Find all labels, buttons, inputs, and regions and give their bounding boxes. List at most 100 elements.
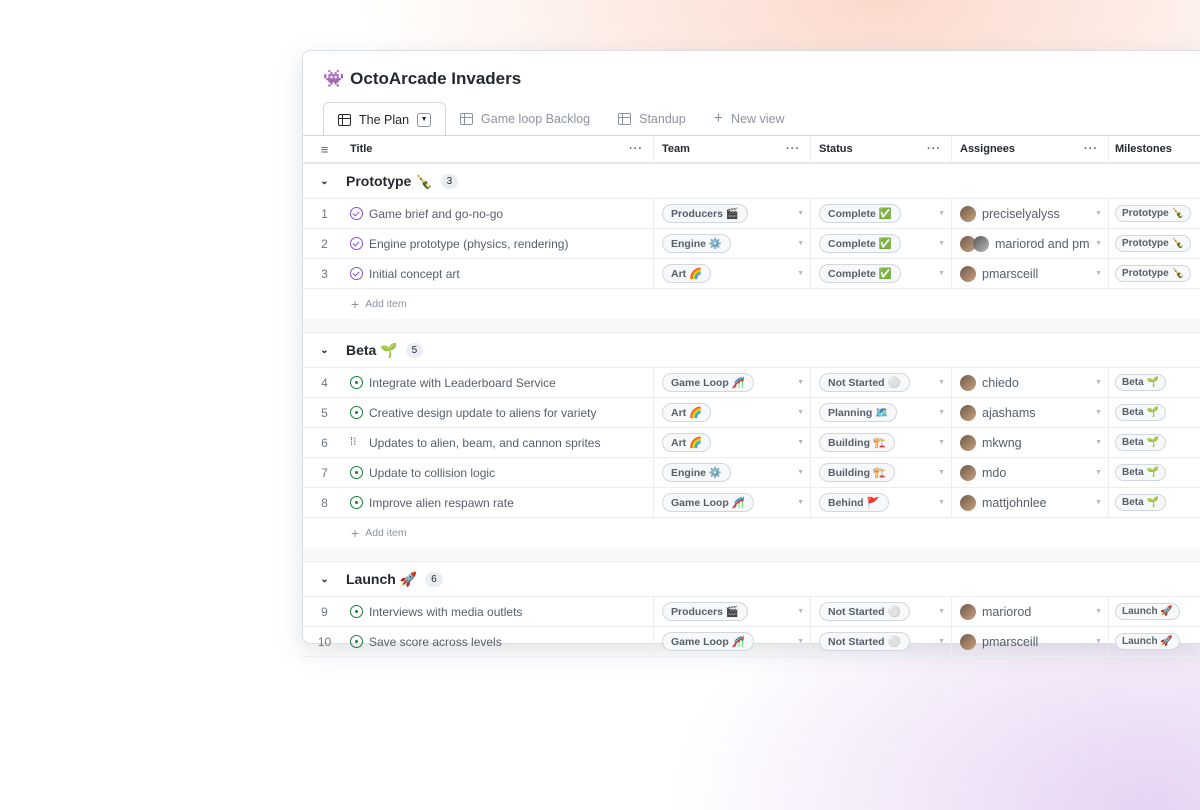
status-cell[interactable]: Complete ✅ ▼ [811,199,952,228]
milestone-cell[interactable]: Launch 🚀 [1109,627,1199,656]
status-cell[interactable]: Planning 🗺️ ▼ [811,398,952,427]
team-cell[interactable]: Art 🌈 ▼ [654,259,811,288]
column-header-team[interactable]: Team ··· [654,136,811,162]
column-header-title[interactable]: Title ··· [346,136,654,162]
caret-down-icon[interactable]: ▼ [1095,210,1102,217]
add-item-button[interactable]: + Add item [303,289,1200,319]
caret-down-icon[interactable]: ▼ [797,499,804,506]
table-row[interactable]: 3 Initial concept art Art 🌈 ▼ Complete ✅ ▼… [303,259,1200,289]
milestone-cell[interactable]: Beta 🌱 [1109,368,1199,397]
item-title[interactable]: Initial concept art [369,267,460,281]
item-title[interactable]: Improve alien respawn rate [369,496,514,510]
caret-down-icon[interactable]: ▼ [1095,638,1102,645]
assignees-cell[interactable]: mattjohnlee ▼ [952,488,1109,517]
milestone-cell[interactable]: Prototype 🍾 [1109,199,1199,228]
filter-icon[interactable]: ≡ [303,136,346,162]
caret-down-icon[interactable]: ▼ [938,638,945,645]
column-header-status[interactable]: Status ··· [811,136,952,162]
title-cell[interactable]: Save score across levels [346,627,654,656]
item-title[interactable]: Update to collision logic [369,466,495,480]
title-cell[interactable]: Update to collision logic [346,458,654,487]
caret-down-icon[interactable]: ▼ [797,638,804,645]
milestone-cell[interactable]: Beta 🌱 [1109,428,1199,457]
caret-down-icon[interactable]: ▼ [797,439,804,446]
caret-down-icon[interactable]: ▼ [797,469,804,476]
title-cell[interactable]: Improve alien respawn rate [346,488,654,517]
title-cell[interactable]: ⁞⁝ Updates to alien, beam, and cannon spr… [346,428,654,457]
milestone-cell[interactable]: Beta 🌱 [1109,458,1199,487]
caret-down-icon[interactable]: ▼ [797,379,804,386]
item-title[interactable]: Engine prototype (physics, rendering) [369,237,568,251]
assignees-cell[interactable]: mkwng ▼ [952,428,1109,457]
caret-down-icon[interactable]: ▼ [1095,270,1102,277]
new-view-button[interactable]: + New view [700,102,799,135]
item-title[interactable]: Game brief and go-no-go [369,207,503,221]
item-title[interactable]: Creative design update to aliens for var… [369,406,596,420]
item-title[interactable]: Integrate with Leaderboard Service [369,376,556,390]
table-row[interactable]: 4 Integrate with Leaderboard Service Gam… [303,368,1200,398]
more-icon[interactable]: ··· [927,143,941,155]
caret-down-icon[interactable]: ▼ [938,469,945,476]
caret-down-icon[interactable]: ▼ [1095,379,1102,386]
assignees-cell[interactable]: mdo ▼ [952,458,1109,487]
assignees-cell[interactable]: pmarsceill ▼ [952,259,1109,288]
group-header[interactable]: ⌄ Prototype 🍾 3 [303,164,1200,199]
status-cell[interactable]: Complete ✅ ▼ [811,259,952,288]
tab-game-loop-backlog[interactable]: Game loop Backlog [446,102,604,135]
tab-the-plan[interactable]: The Plan ▼ [323,102,447,136]
title-cell[interactable]: Creative design update to aliens for var… [346,398,654,427]
status-cell[interactable]: Behind 🚩 ▼ [811,488,952,517]
team-cell[interactable]: Producers 🎬 ▼ [654,597,811,626]
milestone-cell[interactable]: Beta 🌱 [1109,398,1199,427]
team-cell[interactable]: Game Loop 🎢 ▼ [654,488,811,517]
team-cell[interactable]: Producers 🎬 ▼ [654,199,811,228]
team-cell[interactable]: Engine ⚙️ ▼ [654,458,811,487]
caret-down-icon[interactable]: ▼ [1095,608,1102,615]
table-row[interactable]: 9 Interviews with media outlets Producer… [303,597,1200,627]
column-header-milestones[interactable]: Milestones [1109,136,1199,162]
assignees-cell[interactable]: preciselyalyss ▼ [952,199,1109,228]
milestone-cell[interactable]: Launch 🚀 [1109,597,1199,626]
assignees-cell[interactable]: mariorod and pm ▼ [952,229,1109,258]
caret-down-icon[interactable]: ▼ [938,240,945,247]
table-row[interactable]: 6 ⁞⁝ Updates to alien, beam, and cannon s… [303,428,1200,458]
item-title[interactable]: Interviews with media outlets [369,605,522,619]
title-cell[interactable]: Game brief and go-no-go [346,199,654,228]
tab-standup[interactable]: Standup [604,102,700,135]
caret-down-icon[interactable]: ▼ [938,210,945,217]
assignees-cell[interactable]: pmarsceill ▼ [952,627,1109,656]
status-cell[interactable]: Building 🏗️ ▼ [811,458,952,487]
chevron-down-icon[interactable]: ⌄ [303,345,346,356]
caret-down-icon[interactable]: ▼ [1095,240,1102,247]
status-cell[interactable]: Not Started ⚪ ▼ [811,597,952,626]
assignees-cell[interactable]: mariorod ▼ [952,597,1109,626]
team-cell[interactable]: Art 🌈 ▼ [654,398,811,427]
chevron-down-icon[interactable]: ⌄ [303,574,346,585]
milestone-cell[interactable]: Prototype 🍾 [1109,229,1199,258]
status-cell[interactable]: Not Started ⚪ ▼ [811,368,952,397]
title-cell[interactable]: Engine prototype (physics, rendering) [346,229,654,258]
caret-down-icon[interactable]: ▼ [797,240,804,247]
caret-down-icon[interactable]: ▼ [1095,499,1102,506]
item-title[interactable]: Save score across levels [369,635,502,649]
more-icon[interactable]: ··· [1084,143,1098,155]
table-row[interactable]: 1 Game brief and go-no-go Producers 🎬 ▼ C… [303,199,1200,229]
caret-down-icon[interactable]: ▼ [797,210,804,217]
caret-down-icon[interactable]: ▼ [938,270,945,277]
view-options-dropdown[interactable]: ▼ [417,112,432,127]
group-header[interactable]: ⌄ Launch 🚀 6 [303,562,1200,597]
caret-down-icon[interactable]: ▼ [1095,469,1102,476]
more-icon[interactable]: ··· [629,143,643,155]
caret-down-icon[interactable]: ▼ [938,379,945,386]
item-title[interactable]: Updates to alien, beam, and cannon sprit… [369,436,600,450]
caret-down-icon[interactable]: ▼ [797,608,804,615]
title-cell[interactable]: Initial concept art [346,259,654,288]
caret-down-icon[interactable]: ▼ [938,608,945,615]
more-icon[interactable]: ··· [786,143,800,155]
caret-down-icon[interactable]: ▼ [797,409,804,416]
title-cell[interactable]: Integrate with Leaderboard Service [346,368,654,397]
status-cell[interactable]: Complete ✅ ▼ [811,229,952,258]
milestone-cell[interactable]: Prototype 🍾 [1109,259,1199,288]
assignees-cell[interactable]: chiedo ▼ [952,368,1109,397]
table-row[interactable]: 2 Engine prototype (physics, rendering) … [303,229,1200,259]
